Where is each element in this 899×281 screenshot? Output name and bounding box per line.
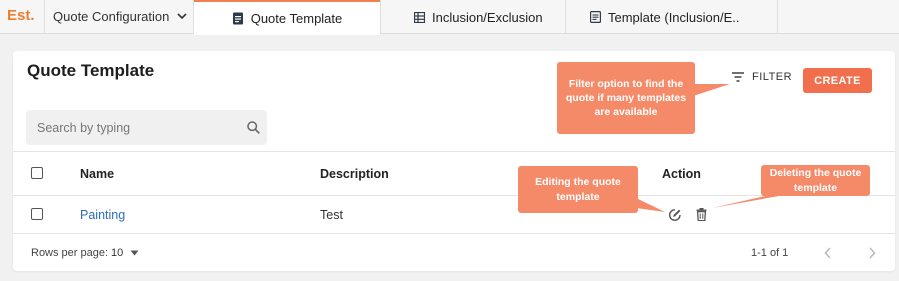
divider: [380, 0, 381, 34]
tab-label: Quote Template: [250, 11, 343, 26]
column-header-description[interactable]: Description: [320, 167, 389, 181]
chevron-right-icon[interactable]: [867, 247, 877, 259]
chevron-down-icon[interactable]: [176, 10, 188, 22]
rows-per-page-label: Rows per page:: [31, 247, 109, 259]
filter-icon: [732, 72, 744, 82]
table-icon: [414, 11, 425, 23]
quote-template-card: Quote Template FILTER CREATE Search by t…: [13, 51, 895, 271]
template-description: Test: [320, 208, 343, 222]
filter-label: FILTER: [752, 71, 793, 83]
search-icon[interactable]: [247, 121, 260, 134]
tab-template-inclusion[interactable]: Template (Inclusion/E..: [590, 0, 740, 34]
search-input[interactable]: Search by typing: [26, 110, 267, 145]
delete-annotation: Deleting the quote template: [761, 165, 870, 196]
template-name-link[interactable]: Painting: [80, 208, 125, 222]
row-checkbox[interactable]: [31, 208, 43, 220]
caret-down-icon[interactable]: [130, 250, 139, 256]
divider: [44, 0, 45, 34]
delete-icon[interactable]: [696, 208, 707, 221]
tab-label: Inclusion/Exclusion: [432, 9, 543, 25]
filter-annotation: Filter option to find the quote if many …: [557, 62, 695, 134]
document-icon: [232, 12, 243, 25]
divider: [13, 151, 895, 152]
rows-per-page-select[interactable]: 10: [111, 247, 123, 259]
list-icon: [590, 11, 601, 23]
quote-configuration-dropdown[interactable]: Quote Configuration: [53, 9, 169, 24]
column-header-name[interactable]: Name: [80, 167, 114, 181]
tab-quote-template[interactable]: Quote Template: [194, 0, 380, 35]
create-button[interactable]: CREATE: [803, 68, 872, 93]
column-header-action: Action: [662, 167, 701, 181]
chevron-left-icon[interactable]: [823, 247, 833, 259]
edit-icon[interactable]: [668, 208, 682, 222]
edit-annotation: Editing the quote template: [518, 166, 638, 213]
tab-label: Template (Inclusion/E..: [608, 9, 740, 25]
page-title: Quote Template: [27, 61, 155, 80]
divider: [565, 0, 566, 34]
filter-button[interactable]: FILTER: [732, 71, 792, 83]
divider: [777, 0, 778, 34]
search-placeholder: Search by typing: [37, 121, 131, 135]
top-nav-bar: Est. Quote Configuration Quote Template …: [0, 0, 899, 35]
tab-inclusion-exclusion[interactable]: Inclusion/Exclusion: [414, 0, 543, 34]
divider: [13, 233, 895, 234]
pagination-range: 1-1 of 1: [751, 247, 789, 259]
select-all-checkbox[interactable]: [31, 167, 43, 179]
app-logo[interactable]: Est.: [7, 7, 35, 24]
